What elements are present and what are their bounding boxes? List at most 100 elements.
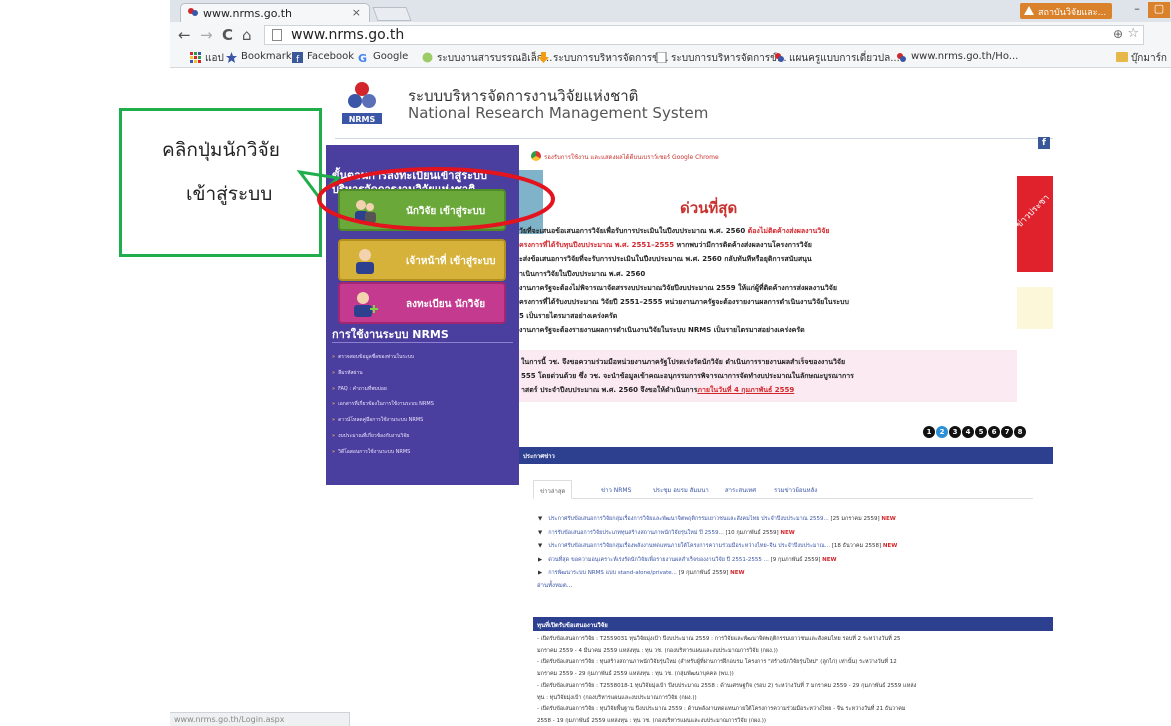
- home-icon[interactable]: ⌂: [242, 26, 252, 44]
- pager-dot-active[interactable]: 2: [936, 426, 948, 438]
- google-icon: G: [358, 52, 367, 63]
- bookmark-nrms-home[interactable]: www.nrms.go.th/Ho...: [896, 51, 1018, 65]
- bookmark-bookmarks[interactable]: Bookmarks: [226, 51, 297, 65]
- notice-line: ครงการที่ได้รับงบประมาณ วิจัยปี 2551–255…: [519, 298, 849, 307]
- chevron-icon: »: [332, 432, 336, 439]
- sidebar-link-budget[interactable]: » งบประมาณที่เกี่ยวข้องกับงานวิจัย: [332, 431, 517, 447]
- sidebar-link-manual[interactable]: » ดาวน์โหลดคู่มือการใช้งานระบบ NRMS: [332, 415, 517, 431]
- sidebar-link-label: งบประมาณที่เกี่ยวข้องกับงานวิจัย: [338, 432, 410, 439]
- bookmark-plan[interactable]: แผนครูแบบการเดี่ยวปล...: [774, 51, 900, 65]
- back-icon[interactable]: ←: [178, 26, 191, 44]
- facebook-icon: f: [292, 52, 303, 63]
- tab-nrms-news[interactable]: ข่าว NRMS: [595, 480, 637, 499]
- news-item[interactable]: ▼ การรับข้อเสนอการวิจัยประเภททุนสร้างสถาน…: [538, 527, 1038, 541]
- notice-line: าเนินการวิจัยในปีงบประมาณ พ.ศ. 2560: [519, 269, 646, 278]
- pager-dot[interactable]: 3: [949, 426, 961, 438]
- zoom-icon[interactable]: ⊕: [1113, 27, 1123, 41]
- news-side-tab[interactable]: ข่าวประชา: [1017, 176, 1053, 272]
- officer-login-button[interactable]: เจ้าหน้าที่ เข้าสู่ระบบ: [338, 239, 506, 281]
- chevron-icon: »: [332, 369, 336, 376]
- bookmark-management-2[interactable]: ระบบการบริหารจัดการข์...: [656, 51, 787, 65]
- bookmarks-bar: แอป Bookmarks f Facebook G Google ระบบงา…: [170, 48, 1171, 68]
- sidebar-link-video[interactable]: » วิดีโอสอนการใช้งานระบบ NRMS: [332, 447, 517, 463]
- bookmark-facebook[interactable]: f Facebook: [292, 51, 354, 65]
- funding-line: มกราคม 2559 - 4 มีนาคม 2559 แหล่งทุน : ท…: [537, 647, 778, 654]
- address-bar[interactable]: www.nrms.go.th ⊕ ☆: [264, 25, 1144, 45]
- pager-dot[interactable]: 6: [988, 426, 1000, 438]
- bookmark-apps[interactable]: แอป: [190, 51, 224, 65]
- news-item[interactable]: ▶ การพัฒนาระบบ NRMS แบบ stand-alone/priva…: [538, 567, 1038, 581]
- apps-grid-icon: [190, 52, 201, 63]
- screenshot-root: www.nrms.go.th × สถาบันวิจัยและ... – ▢ ←…: [0, 0, 1171, 726]
- reload-icon[interactable]: C: [222, 26, 233, 44]
- star-icon: [226, 52, 237, 63]
- new-badge: NEW: [881, 516, 896, 522]
- bookmark-other-folder[interactable]: บุ๊กมาร์ก: [1115, 51, 1167, 66]
- funding-line[interactable]: - เปิดรับข้อเสนอการวิจัย : ทุนสร้างสถานภ…: [537, 657, 1053, 669]
- profile-chip-label: สถาบันวิจัยและ...: [1038, 8, 1107, 18]
- minimize-button[interactable]: –: [1126, 2, 1148, 18]
- sidebar-link-documents[interactable]: » เอกสารที่เกี่ยวข้องในการใช้งานระบบ NRMS: [332, 399, 517, 415]
- sidebar-link-label: ลืมรหัสผ่าน: [338, 369, 363, 376]
- sidebar-link-faq[interactable]: » FAQ : คำถามที่พบบ่อย: [332, 384, 517, 400]
- funding-line[interactable]: - เปิดรับข้อเสนอการวิจัย : T2559031 ทุนว…: [537, 634, 1053, 646]
- news-item[interactable]: ▼ ประกาศรับข้อเสนอการวิจัยกลุ่มเรื่องการว…: [538, 513, 1038, 527]
- nrms-logo-icon: NRMS: [342, 82, 382, 124]
- warning-icon: [1024, 6, 1034, 15]
- register-researcher-button[interactable]: ลงทะเบียน นักวิจัย: [338, 282, 506, 324]
- tab-seminars[interactable]: ประชุม อบรม สัมมนา: [647, 480, 715, 499]
- pager-dot[interactable]: 5: [975, 426, 987, 438]
- news-section-header: ประกาศข่าว: [519, 447, 1053, 464]
- deadline-link[interactable]: ภายในวันที่ 4 กุมภาพันธ์ 2559: [697, 386, 794, 394]
- tab-close-icon[interactable]: ×: [352, 6, 361, 19]
- news-item[interactable]: ▶ ด่วนที่สุด ขอความอนุเคราะห์เร่งรัดนักวิ…: [538, 554, 1038, 568]
- bookmark-google[interactable]: G Google: [358, 51, 408, 65]
- news-bullet-icon: ▼: [538, 529, 543, 536]
- sidebar: ขั้นตอนการลงทะเบียนเข้าสู่ระบบ บริหารจัด…: [326, 145, 519, 485]
- bookmark-label: บุ๊กมาร์ก: [1130, 53, 1167, 64]
- news-tabs: ข่าวล่าสุด ข่าว NRMS ประชุม อบรม สัมมนา …: [533, 477, 1033, 499]
- pager-dot[interactable]: 4: [962, 426, 974, 438]
- maximize-button[interactable]: ▢: [1148, 2, 1170, 18]
- bookmark-star-icon[interactable]: ☆: [1127, 26, 1139, 41]
- browser-tab-bar: www.nrms.go.th × สถาบันวิจัยและ... – ▢: [170, 0, 1171, 22]
- header-divider: [335, 138, 1053, 139]
- browser-toolbar: ← → C ⌂ www.nrms.go.th ⊕ ☆: [170, 22, 1171, 48]
- bookmark-management-1[interactable]: ระบบการบริหารจัดการข์...: [538, 51, 669, 65]
- officer-login-label: เจ้าหน้าที่ เข้าสู่ระบบ: [406, 256, 496, 267]
- researcher-login-button[interactable]: นักวิจัย เข้าสู่ระบบ: [338, 189, 506, 231]
- document-icon: [422, 52, 433, 63]
- tab-info[interactable]: สาระสนเทศ: [719, 480, 762, 499]
- tab-latest-news[interactable]: ข่าวล่าสุด: [533, 480, 573, 499]
- bookmark-label: Bookmarks: [241, 51, 297, 62]
- urgent-title: ด่วนที่สุด: [680, 199, 738, 217]
- read-all-link[interactable]: อ่านทั้งหมด...: [537, 580, 573, 590]
- pager-dot[interactable]: 1: [923, 426, 935, 438]
- bookmark-saraban[interactable]: ระบบงานสารบรรณอิเล็ก...: [422, 51, 552, 65]
- news-bullet-icon: ▼: [538, 516, 543, 522]
- funding-line[interactable]: - เปิดรับข้อเสนอการวิจัย : ทุนวิจัยพื้นฐ…: [537, 704, 1053, 716]
- tab-archive[interactable]: รวมข่าวย้อนหลัง: [768, 480, 823, 499]
- facebook-icon[interactable]: f: [1038, 137, 1050, 149]
- notice-line: 555 โดยด่วนด้วย ซึ่ง วช. จะนำข้อมูลเข้าค…: [521, 372, 854, 380]
- chrome-support-note: รองรับการใช้งาน และแสดงผลได้ดีบนเบราว์เซ…: [531, 151, 719, 162]
- chevron-icon: »: [332, 385, 336, 392]
- browser-tab[interactable]: www.nrms.go.th ×: [180, 3, 370, 22]
- sidebar-divider: [332, 342, 513, 343]
- callout-line-2: เข้าสู่ระบบ: [186, 183, 273, 205]
- funding-line[interactable]: - เปิดรับข้อเสนอการวิจัย : T2558018-1 ทุ…: [537, 681, 1053, 693]
- sidebar-link-check-name[interactable]: » ตรวจสอบข้อมูลชื่อของท่านในระบบ: [332, 352, 517, 368]
- bookmark-label: Google: [373, 51, 409, 62]
- profile-chip[interactable]: สถาบันวิจัยและ...: [1020, 3, 1112, 19]
- researcher-login-label: นักวิจัย เข้าสู่ระบบ: [406, 206, 486, 217]
- sidebar-link-label: เอกสารที่เกี่ยวข้องในการใช้งานระบบ NRMS: [338, 401, 434, 408]
- pager-dot[interactable]: 8: [1014, 426, 1026, 438]
- sidebar-link-forgot-password[interactable]: » ลืมรหัสผ่าน: [332, 368, 517, 384]
- news-item[interactable]: ▼ ประกาศรับข้อเสนอการวิจัยกลุ่มเรื่องพลัง…: [538, 540, 1038, 554]
- news-bullet-icon: ▼: [538, 543, 543, 550]
- callout-line-1: คลิกปุ่มนักวิจัย: [162, 139, 280, 161]
- sidebar-links: » ตรวจสอบข้อมูลชื่อของท่านในระบบ » ลืมรหัส…: [332, 352, 517, 463]
- new-tab-button[interactable]: [372, 7, 412, 21]
- pager-dot[interactable]: 7: [1001, 426, 1013, 438]
- forward-icon[interactable]: →: [200, 26, 213, 44]
